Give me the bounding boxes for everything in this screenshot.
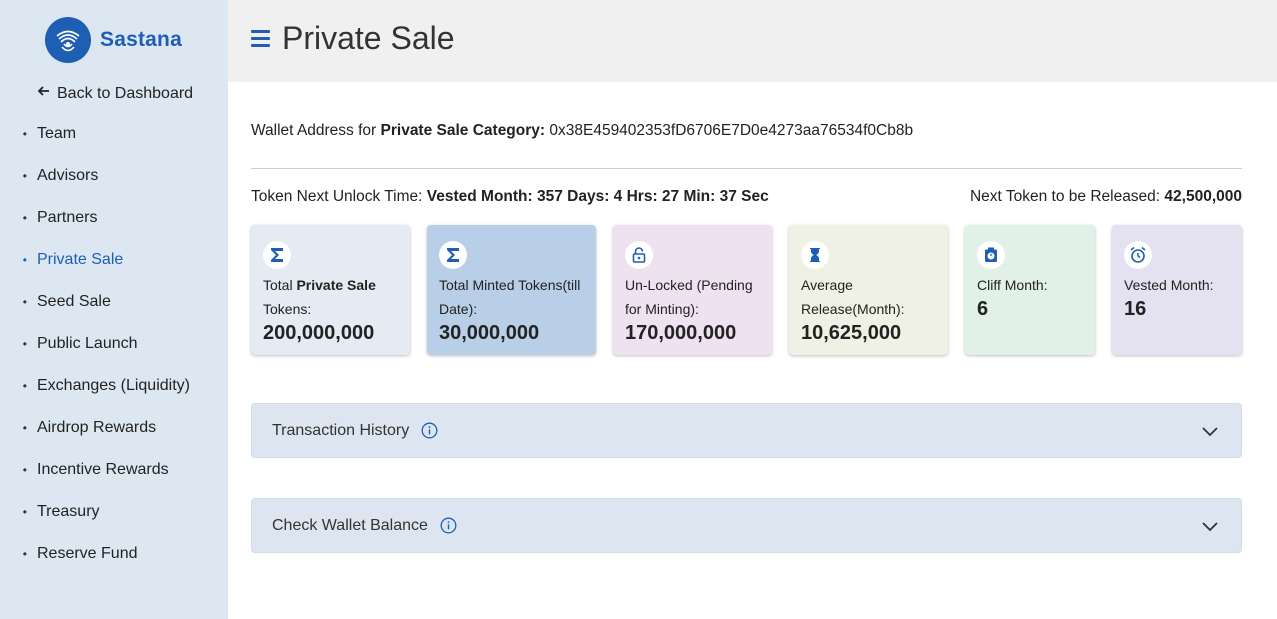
card-value: 10,625,000 bbox=[801, 322, 902, 344]
unlock-time-row: Token Next Unlock Time: Vested Month: 35… bbox=[251, 188, 769, 206]
accordion-label: Check Wallet Balance bbox=[272, 516, 428, 534]
arrow-left-icon bbox=[37, 84, 51, 103]
back-link-label: Back to Dashboard bbox=[57, 84, 194, 102]
sidebar: Sastana Back to Dashboard • Team • Advisor… bbox=[0, 0, 228, 619]
timer-icon bbox=[977, 241, 1005, 269]
brand-name: Sastana bbox=[100, 28, 182, 51]
alarm-icon bbox=[1124, 241, 1152, 269]
card-total-tokens: Total Private Sale Tokens: 200,000,000 bbox=[251, 225, 410, 355]
next-release-row: Next Token to be Released: 42,500,000 bbox=[970, 188, 1242, 206]
card-value: 200,000,000 bbox=[263, 322, 375, 344]
card-value: 170,000,000 bbox=[625, 322, 737, 344]
wallet-address-row: Wallet Address for Private Sale Category… bbox=[251, 122, 913, 140]
wallet-prefix: Wallet Address for bbox=[251, 122, 377, 139]
bullet-icon: • bbox=[22, 211, 27, 225]
bullet-icon: • bbox=[22, 505, 27, 519]
bullet-icon: • bbox=[22, 379, 27, 393]
sidebar-item-incentive-rewards[interactable]: • Incentive Rewards bbox=[0, 449, 228, 491]
card-label: Un-Locked (Pending for Minting): bbox=[625, 277, 753, 317]
sidebar-nav: • Team • Advisors • Partners • Private Sale … bbox=[0, 113, 228, 575]
sidebar-item-public-launch[interactable]: • Public Launch bbox=[0, 323, 228, 365]
sidebar-item-label: Treasury bbox=[37, 503, 100, 520]
sidebar-item-label: Airdrop Rewards bbox=[37, 419, 157, 436]
sidebar-item-label: Incentive Rewards bbox=[37, 461, 169, 478]
sidebar-item-label: Public Launch bbox=[37, 335, 138, 352]
sidebar-item-advisors[interactable]: • Advisors bbox=[0, 155, 228, 197]
chevron-down-icon[interactable] bbox=[1201, 517, 1219, 535]
sidebar-item-label: Team bbox=[37, 125, 77, 142]
bullet-icon: • bbox=[22, 295, 27, 309]
bullet-icon: • bbox=[22, 337, 27, 351]
sidebar-item-airdrop-rewards[interactable]: • Airdrop Rewards bbox=[0, 407, 228, 449]
page-title: Private Sale bbox=[282, 20, 455, 56]
hourglass-icon bbox=[801, 241, 829, 269]
card-vested-month: Vested Month: 16 bbox=[1112, 225, 1242, 355]
card-value: 30,000,000 bbox=[439, 322, 540, 344]
bullet-icon: • bbox=[22, 421, 27, 435]
sidebar-item-label: Reserve Fund bbox=[37, 545, 138, 562]
next-release-label: Next Token to be Released: bbox=[969, 188, 1161, 205]
card-unlocked-tokens: Un-Locked (Pending for Minting): 170,000… bbox=[613, 225, 772, 355]
card-label: Total Private Sale Tokens: bbox=[263, 277, 376, 317]
back-to-dashboard-link[interactable]: Back to Dashboard bbox=[37, 84, 193, 103]
sidebar-item-partners[interactable]: • Partners bbox=[0, 197, 228, 239]
card-value: 16 bbox=[1124, 298, 1147, 320]
info-icon[interactable] bbox=[421, 422, 438, 439]
hamburger-menu-icon[interactable] bbox=[251, 30, 270, 48]
card-label: Cliff Month: bbox=[977, 277, 1048, 293]
top-bar: Private Sale bbox=[228, 0, 1277, 82]
brand-logo[interactable]: Sastana bbox=[45, 17, 182, 63]
sidebar-item-exchanges[interactable]: • Exchanges (Liquidity) bbox=[0, 365, 228, 407]
bullet-icon: • bbox=[22, 253, 27, 267]
transaction-history-accordion[interactable]: Transaction History bbox=[251, 403, 1242, 458]
wallet-address[interactable]: 0x38E459402353fD6706E7D0e4273aa76534f0Cb… bbox=[549, 122, 913, 139]
sidebar-item-label: Exchanges (Liquidity) bbox=[37, 377, 190, 394]
bullet-icon: • bbox=[22, 547, 27, 561]
card-average-release: Average Release(Month): 10,625,000 bbox=[789, 225, 948, 355]
sidebar-item-label: Private Sale bbox=[37, 251, 124, 268]
card-minted-tokens: Total Minted Tokens(till Date): 30,000,0… bbox=[427, 225, 596, 355]
chevron-down-icon[interactable] bbox=[1201, 422, 1219, 440]
card-cliff-month: Cliff Month: 6 bbox=[965, 225, 1095, 355]
accordion-label: Transaction History bbox=[272, 421, 410, 439]
info-icon[interactable] bbox=[440, 517, 457, 534]
card-value: 6 bbox=[977, 298, 989, 320]
sidebar-item-label: Partners bbox=[37, 209, 98, 226]
card-label: Vested Month: bbox=[1124, 277, 1214, 293]
card-label: Average Release(Month): bbox=[801, 277, 905, 317]
divider bbox=[251, 168, 1242, 169]
sidebar-item-team[interactable]: • Team bbox=[0, 113, 228, 155]
sidebar-item-reserve-fund[interactable]: • Reserve Fund bbox=[0, 533, 228, 575]
unlock-value: Vested Month: 357 Days: 4 Hrs: 27 Min: 3… bbox=[426, 188, 769, 205]
sidebar-item-treasury[interactable]: • Treasury bbox=[0, 491, 228, 533]
sidebar-item-label: Seed Sale bbox=[37, 293, 111, 310]
sidebar-item-label: Advisors bbox=[37, 167, 99, 184]
unlock-icon bbox=[625, 241, 653, 269]
sigma-icon bbox=[263, 241, 291, 269]
wallet-category: Private Sale Category: bbox=[380, 122, 546, 139]
bullet-icon: • bbox=[22, 127, 27, 141]
sastana-logo-icon bbox=[45, 17, 91, 63]
next-release-value: 42,500,000 bbox=[1164, 188, 1242, 205]
sidebar-item-private-sale[interactable]: • Private Sale bbox=[0, 239, 228, 281]
bullet-icon: • bbox=[22, 463, 27, 477]
unlock-label: Token Next Unlock Time: bbox=[251, 188, 423, 205]
check-wallet-balance-accordion[interactable]: Check Wallet Balance bbox=[251, 498, 1242, 553]
sigma-icon bbox=[439, 241, 467, 269]
card-label: Total Minted Tokens(till Date): bbox=[439, 277, 581, 317]
sidebar-item-seed-sale[interactable]: • Seed Sale bbox=[0, 281, 228, 323]
bullet-icon: • bbox=[22, 169, 27, 183]
